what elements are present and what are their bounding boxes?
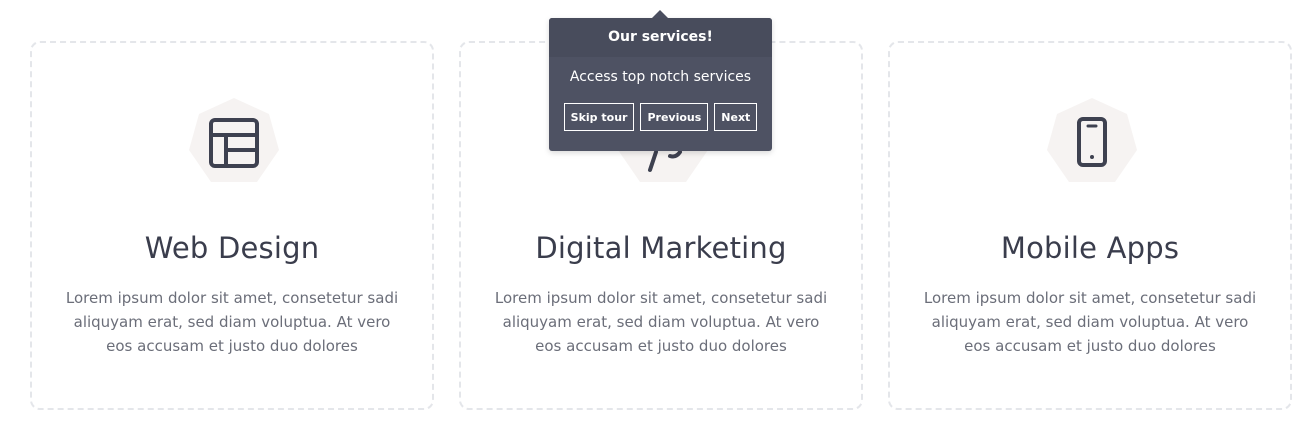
layout-icon <box>189 98 279 182</box>
card-title: Mobile Apps <box>1000 231 1180 265</box>
next-button[interactable]: Next <box>714 103 758 131</box>
card-title: Digital Marketing <box>535 231 787 265</box>
tooltip-arrow <box>652 10 668 18</box>
icon-badge <box>1045 96 1139 190</box>
previous-button[interactable]: Previous <box>640 103 709 131</box>
tour-title: Our services! <box>549 18 772 57</box>
tour-body-text: Access top notch services <box>569 69 752 85</box>
service-card-web-design: Web Design Lorem ipsum dolor sit amet, c… <box>30 41 434 410</box>
card-description: Lorem ipsum dolor sit amet, consetetur s… <box>65 289 399 355</box>
card-description: Lorem ipsum dolor sit amet, consetetur s… <box>923 289 1257 355</box>
card-title: Web Design <box>144 231 320 265</box>
mobile-phone-icon <box>1047 98 1137 182</box>
tour-actions: Skip tour Previous Next <box>549 101 772 131</box>
service-card-mobile-apps: Mobile Apps Lorem ipsum dolor sit amet, … <box>888 41 1292 410</box>
icon-badge <box>187 96 281 190</box>
skip-tour-button[interactable]: Skip tour <box>563 103 635 131</box>
card-description: Lorem ipsum dolor sit amet, consetetur s… <box>494 289 828 355</box>
tour-tooltip: Our services! Access top notch services … <box>549 10 772 151</box>
